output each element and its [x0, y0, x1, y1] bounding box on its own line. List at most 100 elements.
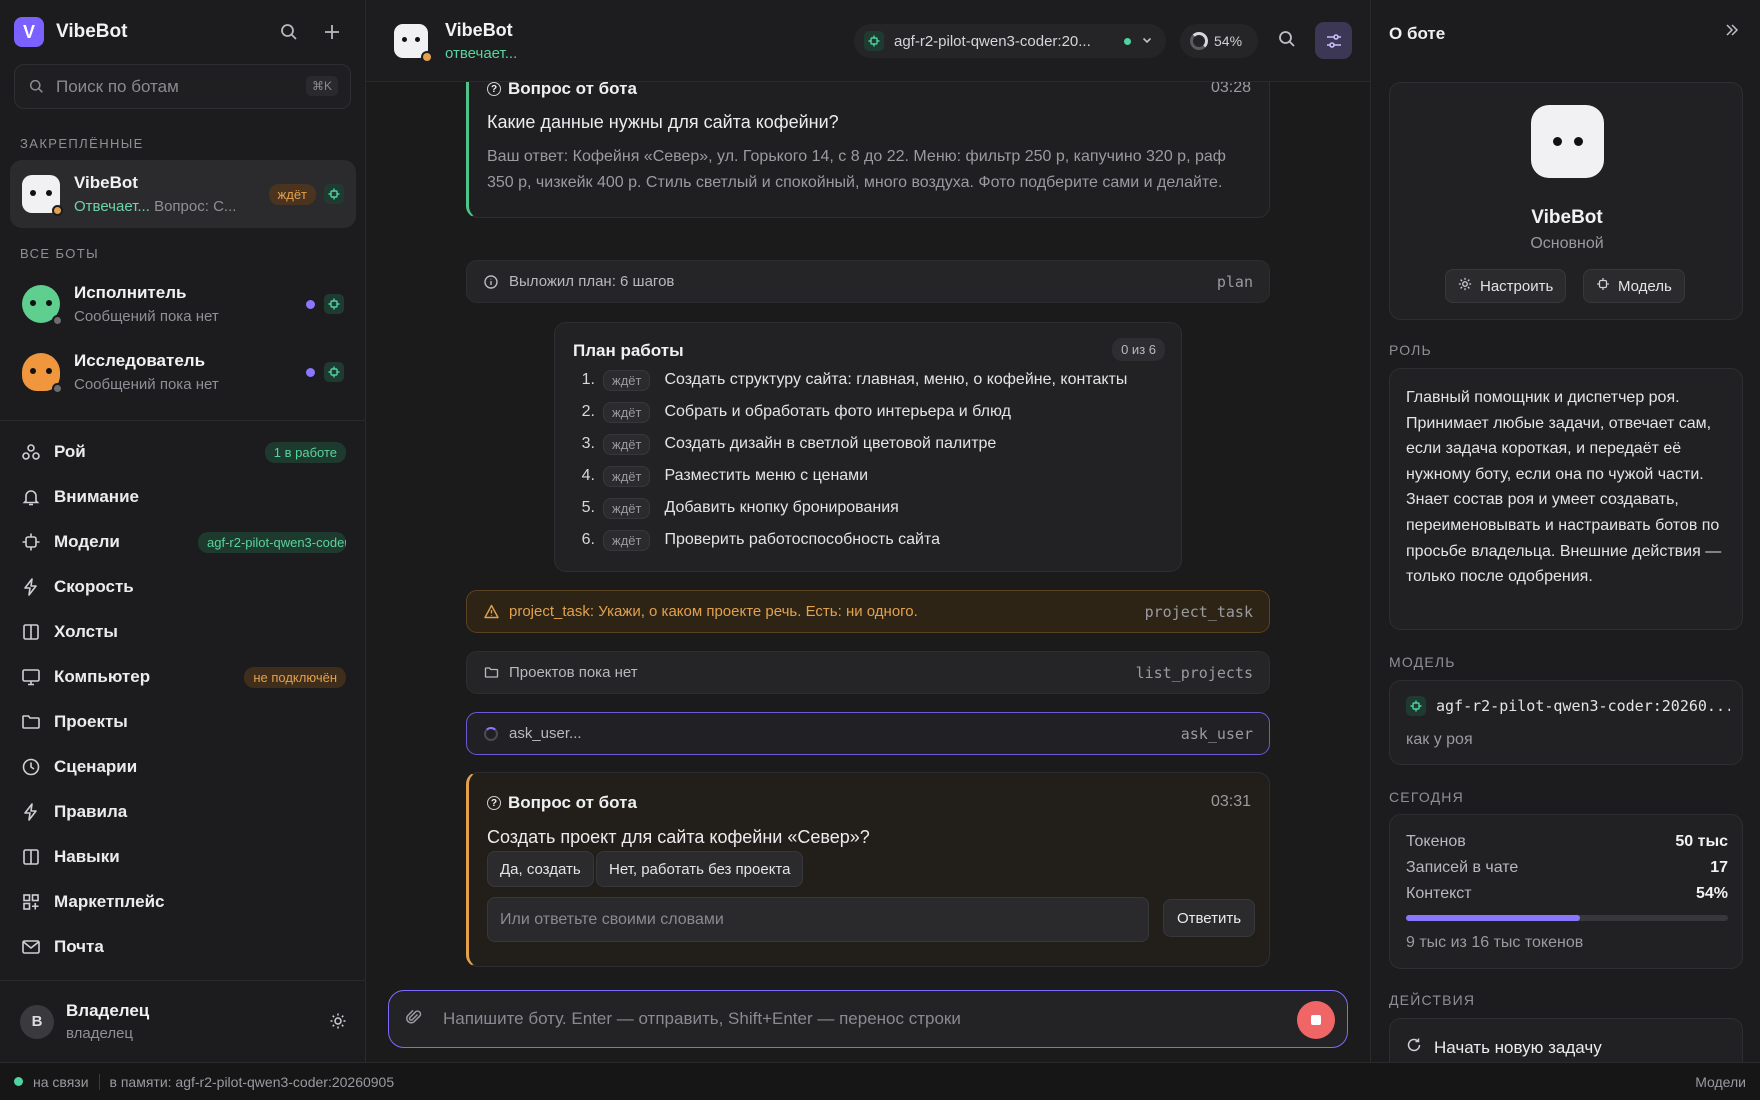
bot-item-executor[interactable]: Исполнитель Сообщений пока нет: [10, 270, 356, 338]
step-text: Создать дизайн в светлой цветовой палитр…: [664, 435, 997, 452]
card-header: Вопрос от бота: [508, 793, 637, 812]
question-text: Какие данные нужны для сайта кофейни?: [487, 112, 839, 132]
avatar: [22, 353, 63, 394]
configure-button[interactable]: Настроить: [1445, 269, 1567, 303]
option-yes-button[interactable]: Да, создать: [487, 851, 594, 887]
chip-icon: [1596, 277, 1610, 295]
nav-item-skills[interactable]: Навыки: [20, 839, 350, 875]
context-percent: 54%: [1214, 33, 1243, 49]
nav-item-scenarios[interactable]: Сценарии: [20, 749, 350, 785]
folder-icon: [483, 665, 499, 681]
question-text: Создать проект для сайта кофейни «Север»…: [487, 827, 870, 847]
owner-profile[interactable]: В Владелец владелец: [0, 980, 366, 1062]
gear-icon: [1458, 277, 1472, 295]
step-text: Добавить кнопку бронирования: [664, 499, 899, 516]
tool-call-ask-user[interactable]: ask_user... ask_user: [466, 712, 1270, 755]
stop-icon: [1311, 1015, 1321, 1025]
info-icon: [483, 274, 499, 290]
tool-call-plan[interactable]: Выложил план: 6 шагов plan: [466, 260, 1270, 303]
clock-icon: [20, 756, 42, 778]
app-name: VibeBot: [56, 21, 128, 42]
plan-step: 3. ждёт Создать дизайн в светлой цветовой …: [573, 431, 996, 457]
theme-toggle-icon[interactable]: [330, 1013, 346, 1034]
tool-key: ask_user: [1180, 724, 1253, 743]
plan-card: План работы 0 из 6 1. ждёт Создать структу…: [554, 322, 1182, 572]
step-text: Проверить работоспособность сайта: [664, 531, 941, 548]
tool-call-project-task[interactable]: project_task: Укажи, о каком проекте реч…: [466, 590, 1270, 633]
search-placeholder: Поиск по ботам: [56, 76, 179, 96]
sliders-icon[interactable]: [1315, 22, 1352, 59]
nav-item-models[interactable]: Модели agf-r2-pilot-qwen3-coder: [20, 524, 350, 560]
tool-key: list_projects: [1135, 663, 1253, 682]
model-selector[interactable]: agf-r2-pilot-qwen3-coder:20...: [854, 24, 1166, 58]
status-badge: ждёт: [268, 183, 316, 205]
paperclip-icon[interactable]: [405, 1008, 423, 1031]
bot-role: Основной: [1530, 235, 1604, 252]
plan-step: 1. ждёт Создать структуру сайта: главная, …: [573, 367, 1127, 393]
canvas-icon: [20, 621, 42, 643]
model-card[interactable]: agf-r2-pilot-qwen3-coder:20260... как у …: [1389, 680, 1743, 765]
tool-key: project_task: [1144, 602, 1253, 621]
bot-status: Отвечает...: [74, 198, 150, 215]
connection-status: на связи: [33, 1073, 89, 1090]
role-card: Главный помощник и диспетчер роя. Приним…: [1389, 368, 1743, 630]
avatar: [1531, 105, 1604, 178]
question-icon: ?: [487, 82, 501, 96]
plus-icon[interactable]: [320, 20, 344, 44]
spinner-icon: [484, 726, 498, 741]
bolt-icon: [20, 801, 42, 823]
bot-search-input[interactable]: Поиск по ботам ⌘K: [14, 64, 351, 109]
nav-item-swarm[interactable]: Рой 1 в работе: [20, 434, 350, 470]
model-button[interactable]: Модель: [1583, 269, 1685, 303]
model-name: agf-r2-pilot-qwen3-coder:20260...: [1436, 697, 1730, 715]
message-list[interactable]: ? Вопрос от бота 03:28 Какие данные нужны…: [366, 82, 1370, 982]
bot-item-researcher[interactable]: Исследователь Сообщений пока нет: [10, 338, 356, 406]
avatar: В: [20, 1004, 54, 1039]
model-section-label: Модель: [1389, 654, 1456, 670]
search-icon[interactable]: [277, 20, 301, 44]
bot-name: Исследователь: [74, 351, 206, 370]
collapse-icon[interactable]: [1724, 22, 1740, 43]
online-dot: [14, 1077, 23, 1086]
nav-item-marketplace[interactable]: Маркетплейс: [20, 884, 350, 920]
tool-call-list-projects[interactable]: Проектов пока нет list_projects: [466, 651, 1270, 694]
nav-item-attention[interactable]: Внимание: [20, 479, 350, 515]
status-badge: не подключён: [244, 666, 346, 688]
chip-icon: [864, 31, 884, 51]
new-task-button[interactable]: Начать новую задачу: [1406, 1037, 1602, 1058]
nav-item-computer[interactable]: Компьютер не подключён: [20, 659, 350, 695]
answer-input[interactable]: Или ответьте своими словами: [487, 897, 1149, 942]
today-stats-card: Токенов 50 тыс Записей в чате 17 Контекст 5…: [1389, 814, 1743, 969]
nav-label: Скорость: [54, 577, 134, 596]
nav-item-mail[interactable]: Почта: [20, 929, 350, 965]
context-progress-fill: [1406, 915, 1580, 921]
option-no-button[interactable]: Нет, работать без проекта: [596, 851, 804, 887]
nav-item-rules[interactable]: Правила: [20, 794, 350, 830]
stop-button[interactable]: [1297, 1001, 1335, 1039]
search-icon[interactable]: [1278, 30, 1296, 53]
nav-item-speed[interactable]: Скорость: [20, 569, 350, 605]
bot-question-card: ? Вопрос от бота 03:31 Создать проект для…: [466, 772, 1270, 967]
avatar: [22, 175, 63, 216]
chip-icon: [1406, 696, 1426, 716]
context-indicator[interactable]: 54%: [1180, 24, 1258, 58]
panel-title: О боте: [1389, 24, 1446, 43]
nav-label: Компьютер: [54, 667, 151, 686]
stat-row: Записей в чате 17: [1406, 859, 1728, 876]
message-composer[interactable]: Напишите боту. Enter — отправить, Shift+…: [388, 990, 1348, 1048]
step-text: Разместить меню с ценами: [664, 467, 869, 484]
monitor-icon: [20, 666, 42, 688]
status-badge: 1 в работе: [264, 441, 346, 463]
reply-button[interactable]: Ответить: [1163, 899, 1255, 937]
nav-item-projects[interactable]: Проекты: [20, 704, 350, 740]
app-logo: V: [14, 17, 44, 47]
nav-item-canvases[interactable]: Холсты: [20, 614, 350, 650]
chevron-down-icon: [1141, 33, 1153, 50]
model-name: agf-r2-pilot-qwen3-coder:20...: [894, 32, 1091, 50]
memory-status: в памяти: agf-r2-pilot-qwen3-coder:20260…: [109, 1073, 395, 1090]
step-status: ждёт: [603, 433, 651, 455]
bot-item-vibebot[interactable]: VibeBot Отвечает... Вопрос: С... ждёт: [10, 160, 356, 228]
step-status: ждёт: [603, 497, 651, 519]
models-link[interactable]: Модели: [1695, 1074, 1746, 1090]
step-status: ждёт: [603, 465, 651, 487]
